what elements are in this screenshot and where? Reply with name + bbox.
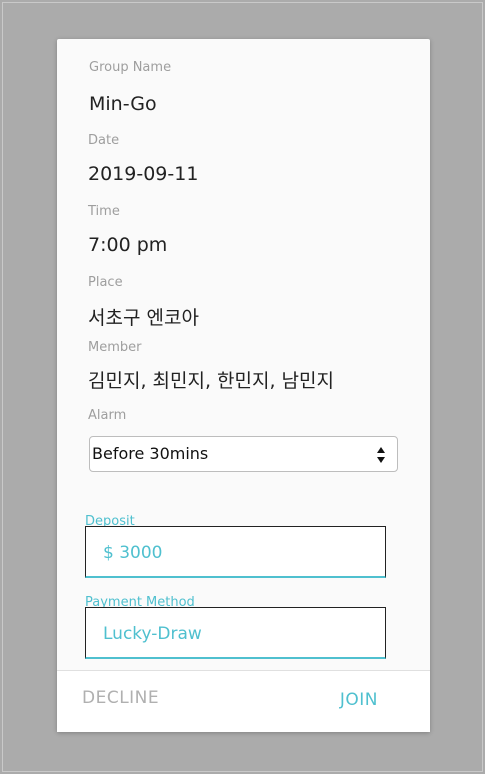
time-value: 7:00 pm: [88, 234, 168, 256]
alarm-label: Alarm: [88, 408, 127, 423]
group-name-value: Min-Go: [89, 93, 157, 115]
payment-method-value: Lucky-Draw: [103, 624, 202, 644]
group-name-label: Group Name: [89, 60, 172, 75]
member-value: 김민지, 최민지, 한민지, 남민지: [88, 370, 334, 392]
join-button[interactable]: JOIN: [340, 690, 378, 710]
chevron-up-down-icon: [377, 447, 385, 463]
payment-method-field[interactable]: Lucky-Draw: [85, 607, 386, 659]
place-label: Place: [88, 275, 123, 290]
time-label: Time: [88, 204, 120, 219]
dialog-actions: DECLINE JOIN: [57, 670, 430, 732]
date-label: Date: [88, 133, 120, 148]
deposit-value: $ 3000: [103, 543, 163, 563]
alarm-select[interactable]: Before 30mins: [89, 436, 398, 472]
deposit-field[interactable]: $ 3000: [85, 526, 386, 578]
decline-button[interactable]: DECLINE: [82, 688, 159, 708]
place-value: 서초구 엔코아: [88, 307, 199, 329]
alarm-select-value: Before 30mins: [92, 444, 209, 463]
date-value: 2019-09-11: [88, 163, 199, 185]
invitation-dialog: Group Name Min-Go Date 2019-09-11 Time 7…: [57, 39, 430, 732]
member-label: Member: [88, 340, 142, 355]
